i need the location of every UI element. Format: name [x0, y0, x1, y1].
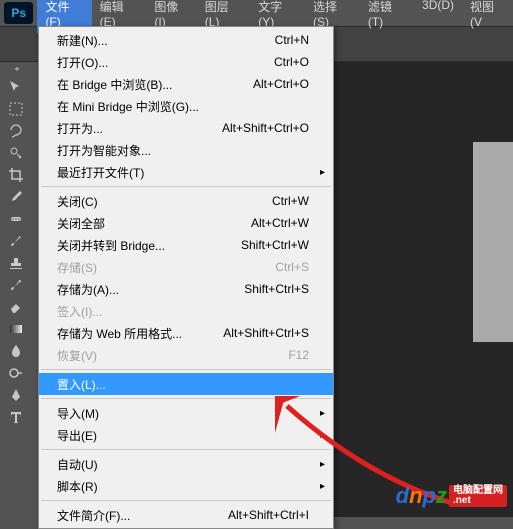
menu-item-20[interactable]: 导出(E) [39, 424, 333, 446]
menu-item-label: 导出(E) [57, 427, 309, 444]
lasso-tool[interactable] [3, 120, 29, 142]
menu-separator [41, 449, 331, 450]
menu-item-4[interactable]: 打开为...Alt+Shift+Ctrl+O [39, 117, 333, 139]
menu-item-label: 导入(M) [57, 405, 309, 422]
watermark-suffix-bottom: .net [453, 496, 503, 506]
menu-item-23[interactable]: 脚本(R) [39, 475, 333, 497]
menu-item-shortcut: Ctrl+O [274, 55, 309, 69]
menu-item-22[interactable]: 自动(U) [39, 453, 333, 475]
menu-item-2[interactable]: 在 Bridge 中浏览(B)...Alt+Ctrl+O [39, 73, 333, 95]
menu-item-10[interactable]: 关闭并转到 Bridge...Shift+Ctrl+W [39, 234, 333, 256]
menu-item-1[interactable]: 打开(O)...Ctrl+O [39, 51, 333, 73]
menu-item-label: 关闭并转到 Bridge... [57, 237, 241, 254]
menu-item-shortcut: Alt+Ctrl+O [253, 77, 309, 91]
menu-item-label: 恢复(V) [57, 347, 288, 364]
menu-item-label: 存储为 Web 所用格式... [57, 325, 223, 342]
history-brush-tool[interactable] [3, 274, 29, 296]
marquee-tool[interactable] [3, 98, 29, 120]
menubar: Ps 文件(F)编辑(E)图像(I)图层(L)文字(Y)选择(S)滤镜(T)3D… [0, 0, 513, 26]
crop-tool[interactable] [3, 164, 29, 186]
menu-item-9[interactable]: 关闭全部Alt+Ctrl+W [39, 212, 333, 234]
canvas-content [473, 142, 513, 342]
menu-item-11: 存储(S)Ctrl+S [39, 256, 333, 278]
menu-item-shortcut: Alt+Shift+Ctrl+O [222, 121, 309, 135]
menu-item-shortcut: Alt+Shift+Ctrl+S [223, 326, 309, 340]
quick-select-tool[interactable] [3, 142, 29, 164]
menu-item-shortcut: Alt+Ctrl+W [251, 216, 309, 230]
menu-item-shortcut: Ctrl+W [272, 194, 309, 208]
menu-7[interactable]: 3D(D) [414, 0, 462, 33]
menu-item-15: 恢复(V)F12 [39, 344, 333, 366]
menu-item-label: 最近打开文件(T) [57, 164, 309, 181]
menu-item-label: 打开(O)... [57, 54, 274, 71]
menu-item-shortcut: Ctrl+N [275, 33, 309, 47]
menu-item-shortcut: Ctrl+S [275, 260, 309, 274]
menu-item-label: 关闭(C) [57, 193, 272, 210]
menu-item-6[interactable]: 最近打开文件(T) [39, 161, 333, 183]
stamp-tool[interactable] [3, 252, 29, 274]
app-logo: Ps [4, 2, 33, 24]
menu-separator [41, 398, 331, 399]
menu-item-label: 存储为(A)... [57, 281, 244, 298]
menu-item-5[interactable]: 打开为智能对象... [39, 139, 333, 161]
menu-separator [41, 369, 331, 370]
watermark: dnpz 电脑配置网 .net [396, 483, 507, 509]
menu-separator [41, 500, 331, 501]
menu-item-shortcut: Alt+Shift+Ctrl+I [228, 508, 309, 522]
healing-tool[interactable] [3, 208, 29, 230]
blur-tool[interactable] [3, 340, 29, 362]
menu-item-25[interactable]: 文件简介(F)...Alt+Shift+Ctrl+I [39, 504, 333, 526]
menu-item-3[interactable]: 在 Mini Bridge 中浏览(G)... [39, 95, 333, 117]
menu-item-label: 在 Mini Bridge 中浏览(G)... [57, 98, 309, 115]
file-menu-dropdown: 新建(N)...Ctrl+N打开(O)...Ctrl+O在 Bridge 中浏览… [38, 26, 334, 529]
menu-item-label: 置入(L)... [57, 376, 309, 393]
dodge-tool[interactable] [3, 362, 29, 384]
menu-item-label: 在 Bridge 中浏览(B)... [57, 76, 253, 93]
menu-item-label: 签入(I)... [57, 303, 309, 320]
menu-item-label: 存储(S) [57, 259, 275, 276]
menu-item-13: 签入(I)... [39, 300, 333, 322]
type-tool[interactable] [3, 406, 29, 428]
menu-item-label: 打开为... [57, 120, 222, 137]
menu-item-label: 关闭全部 [57, 215, 251, 232]
menu-item-label: 打开为智能对象... [57, 142, 309, 159]
tools-panel [0, 62, 32, 428]
menu-8[interactable]: 视图(V [462, 0, 513, 33]
tools-collapse-handle[interactable] [5, 64, 27, 72]
eraser-tool[interactable] [3, 296, 29, 318]
menu-item-14[interactable]: 存储为 Web 所用格式...Alt+Shift+Ctrl+S [39, 322, 333, 344]
menu-item-label: 新建(N)... [57, 32, 275, 49]
menu-6[interactable]: 滤镜(T) [360, 0, 414, 33]
menu-item-19[interactable]: 导入(M) [39, 402, 333, 424]
menu-item-label: 脚本(R) [57, 478, 309, 495]
eyedropper-tool[interactable] [3, 186, 29, 208]
menu-item-shortcut: Shift+Ctrl+W [241, 238, 309, 252]
menu-item-label: 文件简介(F)... [57, 507, 228, 524]
pen-tool[interactable] [3, 384, 29, 406]
brush-tool[interactable] [3, 230, 29, 252]
move-tool[interactable] [3, 76, 29, 98]
menu-item-shortcut: F12 [288, 348, 309, 362]
menu-item-shortcut: Shift+Ctrl+S [244, 282, 309, 296]
menu-item-8[interactable]: 关闭(C)Ctrl+W [39, 190, 333, 212]
menu-item-label: 自动(U) [57, 456, 309, 473]
menu-item-0[interactable]: 新建(N)...Ctrl+N [39, 29, 333, 51]
gradient-tool[interactable] [3, 318, 29, 340]
menu-separator [41, 186, 331, 187]
menu-item-12[interactable]: 存储为(A)...Shift+Ctrl+S [39, 278, 333, 300]
menu-item-17[interactable]: 置入(L)... [39, 373, 333, 395]
